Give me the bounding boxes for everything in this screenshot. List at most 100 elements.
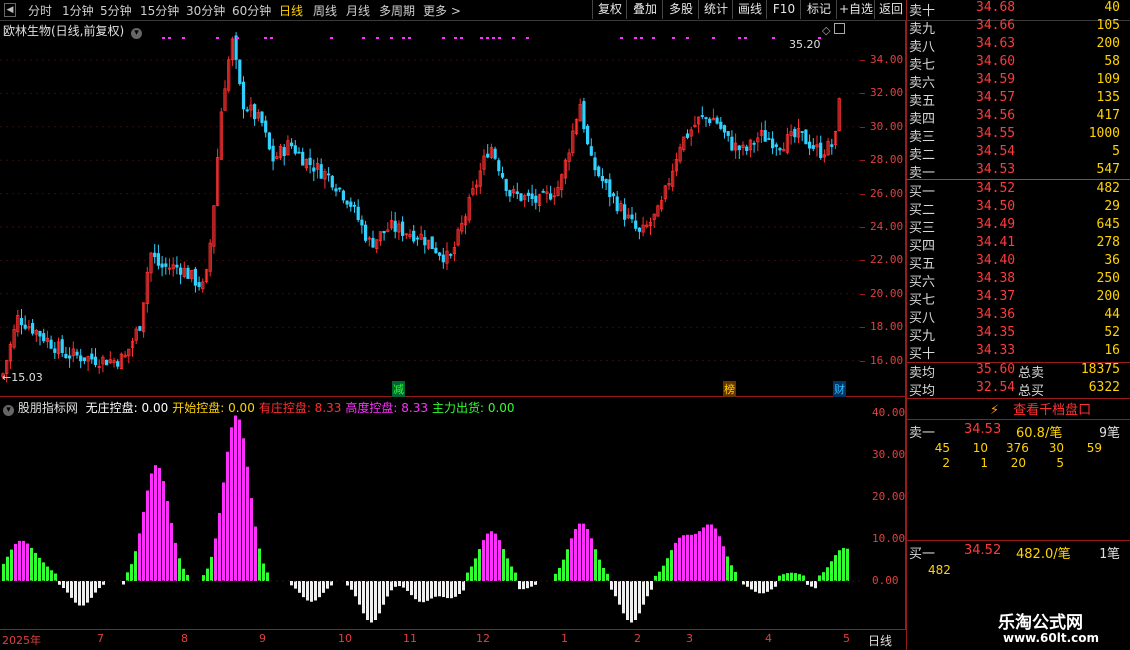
marker-rank[interactable]: 榜 <box>723 381 736 397</box>
indicator-bar <box>590 538 593 581</box>
price-tick-mark <box>860 60 865 61</box>
watermark-title: 乐淘公式网 <box>998 613 1083 633</box>
toolbar-button-0[interactable]: 复权 <box>592 0 627 19</box>
toolbar-button-8[interactable]: 返回 <box>874 0 907 19</box>
ask-row[interactable]: 卖十 34.68 40 <box>906 0 1130 19</box>
depth-button[interactable]: ⚡ 查看千档盘口 <box>990 399 1128 418</box>
tab-3[interactable]: 15分钟 <box>140 2 179 19</box>
bid-row[interactable]: 买五 34.40 36 <box>906 253 1130 272</box>
tab-1[interactable]: 1分钟 <box>62 2 94 19</box>
indicator-bar-negative <box>434 581 437 597</box>
tab-2[interactable]: 5分钟 <box>100 2 132 19</box>
indicator-bar-negative <box>310 581 313 602</box>
indicator-bar <box>558 567 561 581</box>
ask-row[interactable]: 卖八 34.63 200 <box>906 36 1130 55</box>
indicator-bar <box>174 542 177 581</box>
toolbar-button-6[interactable]: 标记 <box>800 0 837 19</box>
tab-5[interactable]: 60分钟 <box>232 2 271 19</box>
ask1-queue-cell: 5 <box>1056 456 1064 470</box>
marker-finance[interactable]: 财 <box>833 381 846 397</box>
indicator-bar <box>606 573 609 581</box>
price-tick-mark <box>860 260 865 262</box>
marker-reduce[interactable]: 减 <box>392 381 405 397</box>
indicator-bar <box>790 572 793 581</box>
indicator-bar <box>2 563 5 581</box>
tab-0[interactable]: 分时 <box>28 2 52 19</box>
indicator-bar-negative <box>750 581 753 590</box>
signal-dot <box>492 37 495 39</box>
indicator-bar <box>162 481 165 581</box>
ask-row[interactable]: 卖三 34.55 1000 <box>906 126 1130 145</box>
candle-body <box>260 111 264 124</box>
tab-6[interactable]: 日线 <box>279 2 303 19</box>
indicator-bar <box>178 558 181 581</box>
candle-body <box>289 142 294 147</box>
bid-row[interactable]: 买六 34.38 250 <box>906 271 1130 290</box>
bid-row[interactable]: 买八 34.36 44 <box>906 307 1130 326</box>
indicator-bar <box>130 564 133 581</box>
indicator-bar <box>230 427 233 581</box>
indicator-bar-negative <box>458 581 461 595</box>
ask-row[interactable]: 卖六 34.59 109 <box>906 72 1130 91</box>
candle-body <box>371 237 375 248</box>
candle-body <box>778 148 782 151</box>
ask-row[interactable]: 卖四 34.56 417 <box>906 108 1130 127</box>
bid-row[interactable]: 买二 34.50 29 <box>906 199 1130 218</box>
indicator-bar <box>562 559 565 581</box>
indicator-bar <box>202 575 205 581</box>
indicator-bar-negative <box>90 581 93 598</box>
toolbar-button-2[interactable]: 多股 <box>662 0 699 19</box>
bid-row[interactable]: 买三 34.49 645 <box>906 217 1130 236</box>
candlestick-chart[interactable] <box>0 20 860 396</box>
tab-8[interactable]: 月线 <box>346 2 370 19</box>
indicator-bar <box>594 549 597 581</box>
tab-9[interactable]: 多周期 <box>379 2 415 19</box>
indicator-bar-negative <box>58 581 61 585</box>
ask-row[interactable]: 卖二 34.54 5 <box>906 144 1130 163</box>
ask1-queue-cell: 20 <box>1010 456 1026 470</box>
toolbar-button-1[interactable]: 叠加 <box>626 0 663 19</box>
ask-row[interactable]: 卖一 34.53 547 <box>906 162 1130 181</box>
ask-row[interactable]: 卖五 34.57 135 <box>906 90 1130 109</box>
ask-row[interactable]: 卖九 34.66 105 <box>906 18 1130 37</box>
candle-body <box>105 359 109 366</box>
indicator-bar-negative <box>442 581 445 598</box>
indicator-bar-negative <box>74 581 77 603</box>
bid-row[interactable]: 买九 34.35 52 <box>906 325 1130 344</box>
toolbar-left-arrow-icon[interactable]: ◀ <box>4 3 16 17</box>
toolbar-button-7[interactable]: +自选 <box>836 0 875 19</box>
date-label: 7 <box>97 632 104 645</box>
ask-row[interactable]: 卖七 34.60 58 <box>906 54 1130 73</box>
indicator-bar <box>514 572 517 581</box>
chart-corner-icons[interactable]: ◇ <box>822 23 845 37</box>
ask1-queue-cell: 45 <box>934 441 950 455</box>
indicator-histogram[interactable] <box>0 405 860 630</box>
price-tick: 20.00 <box>870 286 904 300</box>
indicator-bar <box>570 538 573 581</box>
indicator-bar-negative <box>378 581 381 614</box>
price-tick-mark <box>860 360 865 362</box>
candle-body <box>752 142 756 145</box>
price-tick: 26.00 <box>870 186 904 200</box>
bid-row[interactable]: 买十 34.33 16 <box>906 343 1130 362</box>
candle-body <box>726 131 730 136</box>
date-label: 1 <box>561 632 568 645</box>
tab-7[interactable]: 周线 <box>313 2 337 19</box>
indicator-bar-negative <box>394 581 397 587</box>
indicator-bar-negative <box>446 581 449 599</box>
tab-10[interactable]: 更多 > <box>423 2 461 19</box>
indicator-bar-negative <box>450 581 453 599</box>
candle-body <box>326 173 331 176</box>
toolbar-button-4[interactable]: 画线 <box>732 0 767 19</box>
bid-row[interactable]: 买一 34.52 482 <box>906 181 1130 200</box>
toolbar-button-5[interactable]: F10 <box>766 0 801 19</box>
bid-row[interactable]: 买四 34.41 278 <box>906 235 1130 254</box>
indicator-bar <box>242 438 245 581</box>
indicator-bar <box>38 557 41 581</box>
toolbar-button-3[interactable]: 统计 <box>698 0 733 19</box>
candle-body <box>549 193 553 200</box>
tab-4[interactable]: 30分钟 <box>186 2 225 19</box>
candle-body <box>586 125 590 145</box>
candle-body <box>500 173 505 178</box>
bid-row[interactable]: 买七 34.37 200 <box>906 289 1130 308</box>
